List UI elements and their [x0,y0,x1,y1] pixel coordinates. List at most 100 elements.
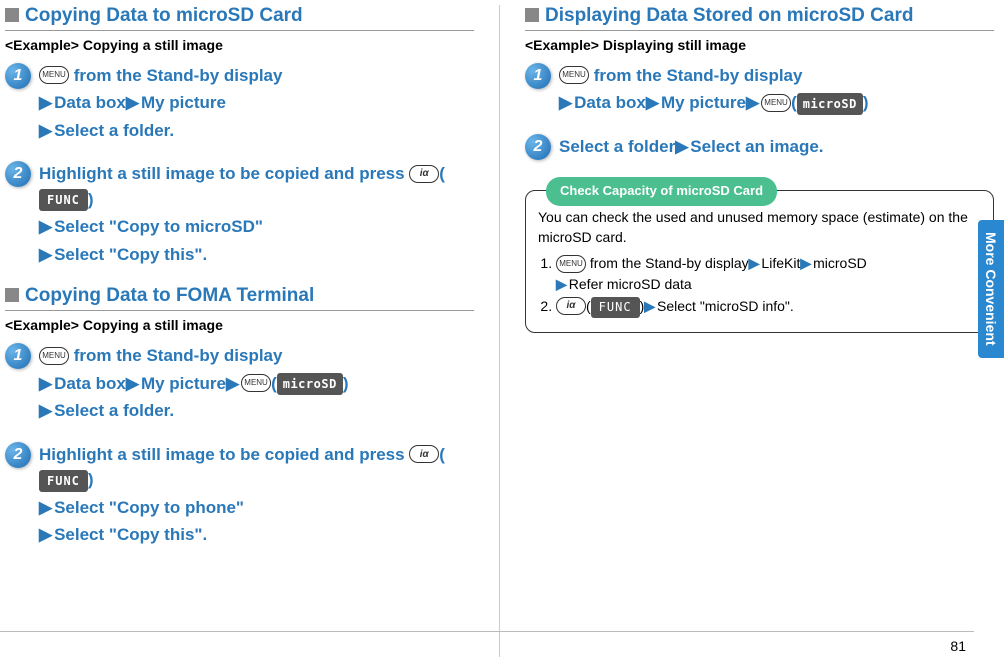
step-text: Select "Copy to phone" [54,498,244,517]
func-badge-icon: FUNC [591,297,640,318]
step-body: Highlight a still image to be copied and… [39,442,474,548]
section-title-text: Copying Data to microSD Card [25,5,474,28]
step-text: Select "Copy this". [54,245,207,264]
step-text: Data box [54,374,126,393]
arrow-icon: ▶ [39,498,52,517]
step-number-icon: 2 [5,442,31,468]
step-text: from the Stand-by display [589,66,802,85]
step: 1 MENU from the Stand-by display ▶Data b… [5,343,474,424]
tip-text: Select "microSD info". [657,298,794,314]
section-title-copy-foma: Copying Data to FOMA Terminal [5,285,474,311]
tip-text: Refer microSD data [569,276,692,292]
arrow-icon: ▶ [39,245,52,264]
side-tab-label: More Convenient [983,232,999,346]
left-column: Copying Data to microSD Card <Example> C… [5,5,474,657]
footer-divider [0,631,974,632]
step-text: Data box [574,93,646,112]
arrow-icon: ▶ [800,255,811,271]
arrow-icon: ▶ [39,217,52,236]
menu-button-icon: MENU [39,66,69,84]
arrow-icon: ▶ [39,93,52,112]
step-body: MENU from the Stand-by display ▶Data box… [559,63,994,116]
microsd-badge-icon: microSD [797,93,863,115]
step-number-icon: 2 [5,161,31,187]
step-number-icon: 1 [5,343,31,369]
tip-title: Check Capacity of microSD Card [546,177,777,206]
arrow-icon: ▶ [126,93,139,112]
list-item: MENU from the Stand-by display▶LifeKit▶m… [556,253,981,294]
step-text: My picture [661,93,746,112]
arrow-icon: ▶ [226,374,239,393]
tip-box: Check Capacity of microSD Card You can c… [525,190,994,333]
i-alpha-button-icon: iα [409,445,439,463]
step-text: from the Stand-by display [69,346,282,365]
list-item: iα(FUNC)▶Select "microSD info". [556,296,981,318]
step: 2 Highlight a still image to be copied a… [5,442,474,548]
menu-button-icon: MENU [556,255,586,273]
step-text: Data box [54,93,126,112]
side-tab: More Convenient [978,220,1004,358]
step-text: My picture [141,93,226,112]
section-title-text: Copying Data to FOMA Terminal [25,285,474,308]
step-text: Highlight a still image to be copied and… [39,445,409,464]
step-text: My picture [141,374,226,393]
arrow-icon: ▶ [749,255,760,271]
step-text: Highlight a still image to be copied and… [39,164,409,183]
tip-text: microSD [813,255,867,271]
section-title-copy-microsd: Copying Data to microSD Card [5,5,474,31]
step-text: Select a folder. [54,121,174,140]
func-badge-icon: FUNC [39,189,88,211]
i-alpha-button-icon: iα [409,165,439,183]
arrow-icon: ▶ [746,93,759,112]
right-column: Displaying Data Stored on microSD Card <… [525,5,994,657]
arrow-icon: ▶ [126,374,139,393]
step-number-icon: 2 [525,134,551,160]
step-body: Select a folder▶Select an image. [559,134,994,160]
step-number-icon: 1 [525,63,551,89]
square-bullet-icon [5,8,19,22]
func-badge-icon: FUNC [39,470,88,492]
menu-button-icon: MENU [241,374,271,392]
square-bullet-icon [5,288,19,302]
step-text: Select an image. [690,137,823,156]
step-text: Select a folder. [54,401,174,420]
step: 1 MENU from the Stand-by display ▶Data b… [525,63,994,116]
arrow-icon: ▶ [39,525,52,544]
tip-text: from the Stand-by display [586,255,749,271]
i-alpha-button-icon: iα [556,297,586,315]
step-text: from the Stand-by display [69,66,282,85]
menu-button-icon: MENU [761,94,791,112]
arrow-icon: ▶ [39,401,52,420]
arrow-icon: ▶ [646,93,659,112]
example-label: <Example> Displaying still image [525,37,994,53]
square-bullet-icon [525,8,539,22]
arrow-icon: ▶ [559,93,572,112]
step-body: Highlight a still image to be copied and… [39,161,474,267]
tip-text: LifeKit [761,255,800,271]
microsd-badge-icon: microSD [277,373,343,395]
page-number: 81 [950,638,966,654]
arrow-icon: ▶ [644,298,655,314]
step-text: Select "Copy to microSD" [54,217,263,236]
step-number-icon: 1 [5,63,31,89]
example-label: <Example> Copying a still image [5,317,474,333]
arrow-icon: ▶ [39,374,52,393]
step: 2 Highlight a still image to be copied a… [5,161,474,267]
tip-list: MENU from the Stand-by display▶LifeKit▶m… [556,253,981,318]
step-text: Select a folder [559,137,675,156]
arrow-icon: ▶ [675,137,688,156]
arrow-icon: ▶ [39,121,52,140]
step: 1 MENU from the Stand-by display ▶Data b… [5,63,474,144]
arrow-icon: ▶ [556,276,567,292]
menu-button-icon: MENU [559,66,589,84]
step-text: Select "Copy this". [54,525,207,544]
step-body: MENU from the Stand-by display ▶Data box… [39,343,474,424]
step: 2 Select a folder▶Select an image. [525,134,994,160]
section-title-display-microsd: Displaying Data Stored on microSD Card [525,5,994,31]
menu-button-icon: MENU [39,347,69,365]
step-body: MENU from the Stand-by display ▶Data box… [39,63,474,144]
section-title-text: Displaying Data Stored on microSD Card [545,5,994,28]
column-divider [499,5,500,657]
tip-intro: You can check the used and unused memory… [538,207,981,248]
example-label: <Example> Copying a still image [5,37,474,53]
